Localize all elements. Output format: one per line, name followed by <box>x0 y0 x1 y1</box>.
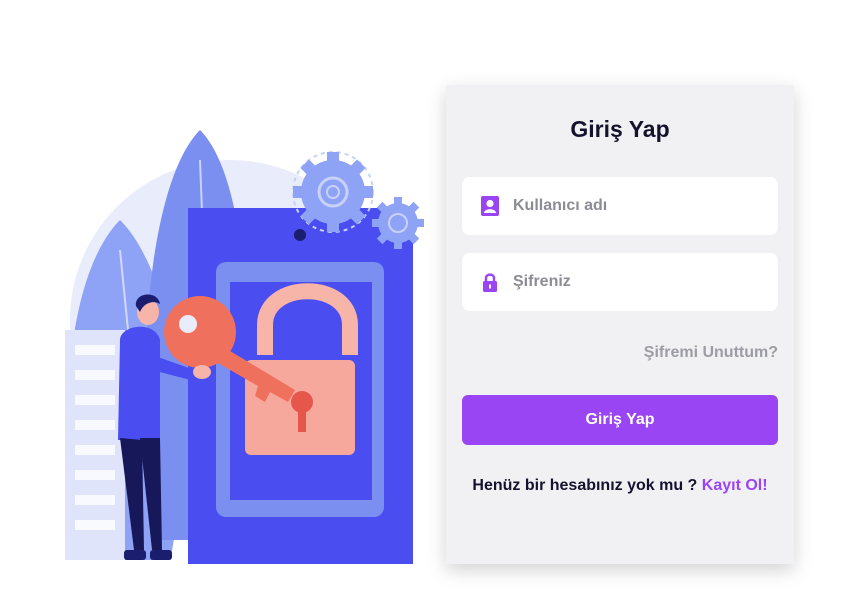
gear-small-icon <box>372 197 424 249</box>
no-account-text: Henüz bir hesabınız yok mu ? <box>472 477 698 494</box>
login-submit-button[interactable]: Giriş Yap <box>462 395 778 445</box>
lock-icon <box>481 272 499 292</box>
username-input[interactable] <box>511 196 775 216</box>
signup-link[interactable]: Kayıt Ol! <box>702 477 768 494</box>
password-field[interactable] <box>462 253 778 311</box>
forgot-password-link[interactable]: Şifremi Unuttum? <box>644 344 778 362</box>
user-icon <box>481 196 499 216</box>
username-field[interactable] <box>462 177 778 235</box>
login-page: Giriş Yap Şifremi Unuttum? <box>0 0 868 602</box>
login-title: Giriş Yap <box>570 116 670 142</box>
password-input[interactable] <box>511 272 775 292</box>
gear-icon <box>292 151 374 233</box>
login-card: Giriş Yap Şifremi Unuttum? <box>446 85 794 564</box>
signup-prompt: Henüz bir hesabınız yok mu ? Kayıt Ol! <box>446 477 794 495</box>
security-illustration <box>65 130 424 564</box>
